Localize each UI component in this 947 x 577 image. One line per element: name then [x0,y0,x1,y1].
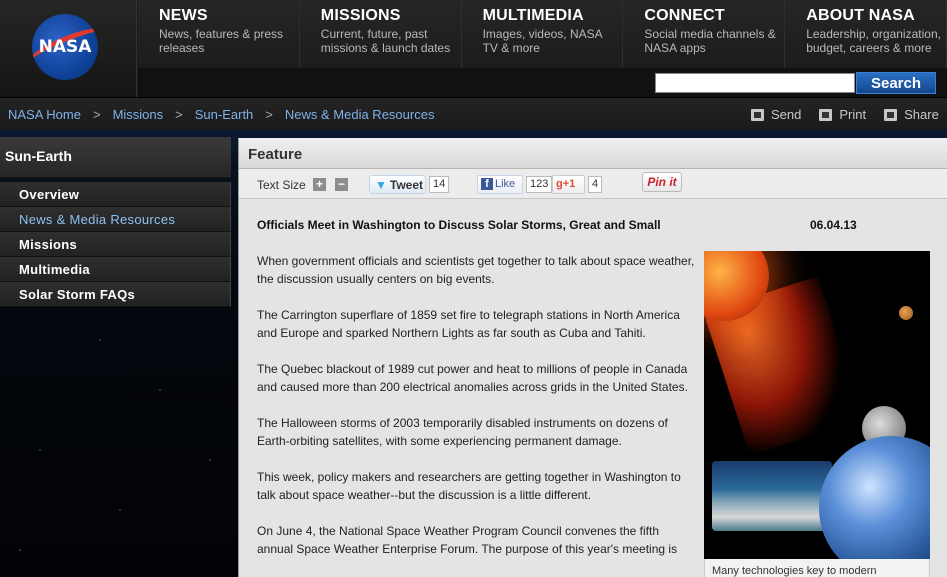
send-icon [751,108,764,121]
print-icon [819,108,833,121]
technology-scene-graphic [712,461,832,531]
page-tools: Send Print Share [751,107,947,122]
nav-missions[interactable]: MISSIONS Current, future, past missions … [299,0,462,68]
article-paragraph: When government officials and scientists… [257,254,695,286]
earth-graphic [819,436,930,559]
sidebar-item-missions[interactable]: Missions [0,232,231,257]
panel-title: Feature [239,138,947,169]
print-button[interactable]: Print [819,107,866,122]
search-input[interactable] [655,73,855,93]
nav-desc: Social media channels & NASA apps [644,27,776,55]
nav-title[interactable]: MISSIONS [321,7,461,25]
share-label: Share [904,107,939,122]
site-header: NASA NEWS News, features & press release… [0,0,947,97]
nav-multimedia[interactable]: MULTIMEDIA Images, videos, NASA TV & mor… [461,0,624,68]
sidebar-menu: Overview News & Media Resources Missions… [0,182,231,307]
nav-title[interactable]: ABOUT NASA [806,7,946,25]
breadcrumb-bar: NASA Home > Missions > Sun-Earth > News … [0,97,947,130]
breadcrumb-link-nasa-home[interactable]: NASA Home [8,107,81,122]
sidebar: Sun-Earth Overview News & Media Resource… [0,137,231,309]
tweet-count: 14 [429,176,450,193]
article-paragraph: The Quebec blackout of 1989 cut power an… [257,362,688,394]
feature-panel: Feature Text Size + − ▼ Tweet 14 f Like 12… [238,138,947,577]
nav-news[interactable]: NEWS News, features & press releases [138,0,300,68]
send-button[interactable]: Send [751,107,801,122]
image-caption: Many technologies key to modern [704,559,930,577]
gplus-count: 4 [588,176,603,193]
pinterest-button[interactable]: Pin it [642,172,682,192]
gplus-g-icon: g [556,178,563,190]
tweet-label: Tweet [389,178,424,192]
article-image[interactable] [704,251,930,559]
facebook-like-button[interactable]: f Like [477,175,523,194]
breadcrumb-link-missions[interactable]: Missions [113,107,164,122]
search-button[interactable]: Search [856,72,936,94]
gplus-label: +1 [562,178,576,190]
sidebar-title[interactable]: Sun-Earth [0,137,231,179]
breadcrumb: NASA Home > Missions > Sun-Earth > News … [8,107,434,122]
text-size-increase-button[interactable]: + [313,178,326,191]
like-count: 123 [526,176,553,193]
nav-desc: Leadership, organization, budget, career… [806,27,941,55]
article-paragraph: The Carrington superflare of 1859 set fi… [257,308,680,340]
nav-desc: News, features & press releases [159,27,284,55]
nav-about[interactable]: ABOUT NASA Leadership, organization, bud… [785,0,947,68]
nav-connect[interactable]: CONNECT Social media channels & NASA app… [623,0,786,68]
sidebar-item-multimedia[interactable]: Multimedia [0,257,231,282]
nav-title[interactable]: MULTIMEDIA [483,7,623,25]
breadcrumb-link-news-media[interactable]: News & Media Resources [285,107,435,122]
sidebar-item-faqs[interactable]: Solar Storm FAQs [0,282,231,307]
article-toolbar: Text Size + − ▼ Tweet 14 f Like 123 g+1 4 … [239,169,947,199]
twitter-bird-icon: ▼ [375,178,387,192]
article-body: When government officials and scientists… [257,252,697,576]
logo-text: NASA [38,37,92,57]
send-label: Send [771,107,802,122]
breadcrumb-separator: > [175,107,183,122]
nasa-logo[interactable]: NASA [32,14,98,80]
article-headline: Officials Meet in Washington to Discuss … [257,218,661,232]
logo-container[interactable]: NASA [0,0,137,97]
sidebar-item-news-media[interactable]: News & Media Resources [0,207,231,232]
google-plus-button[interactable]: g+1 [552,175,585,194]
article-date: 06.04.13 [810,218,857,232]
text-size-decrease-button[interactable]: − [335,178,348,191]
nav-title[interactable]: CONNECT [644,7,784,25]
nav-desc: Current, future, past missions & launch … [320,27,451,55]
article-paragraph: This week, policy makers and researchers… [257,470,681,502]
print-label: Print [839,107,867,122]
tweet-button[interactable]: ▼ Tweet [369,175,426,194]
sidebar-item-overview[interactable]: Overview [0,182,231,207]
text-size-label: Text Size [257,178,306,192]
article-paragraph: On June 4, the National Space Weather Pr… [257,524,678,556]
article-paragraph: The Halloween storms of 2003 temporarily… [257,416,668,448]
breadcrumb-separator: > [92,107,101,122]
share-icon [884,108,898,121]
main-nav: NEWS News, features & press releases MIS… [138,0,947,68]
breadcrumb-separator: > [265,107,273,122]
breadcrumb-link-sun-earth[interactable]: Sun-Earth [195,107,254,122]
nav-title[interactable]: NEWS [159,7,299,25]
like-label: Like [495,178,516,190]
facebook-icon: f [481,178,493,190]
planet-graphic [899,306,913,320]
search-row: Search [138,68,947,97]
nav-desc: Images, videos, NASA TV & more [482,27,602,55]
share-button[interactable]: Share [884,107,939,122]
